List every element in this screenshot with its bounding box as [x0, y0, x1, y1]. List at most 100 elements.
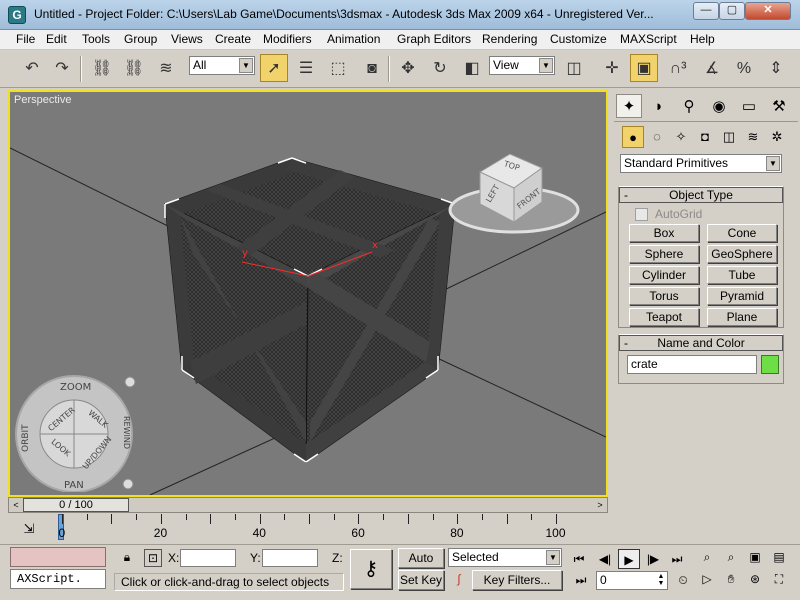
- lights-icon[interactable]: ✧: [670, 126, 692, 148]
- unlink-selection-icon[interactable]: ⛓: [120, 54, 148, 82]
- maximize-button[interactable]: ▢: [719, 2, 745, 20]
- menu-tools[interactable]: Tools: [82, 32, 110, 46]
- close-button[interactable]: ✕: [745, 2, 791, 20]
- select-and-scale-icon[interactable]: ◧: [458, 54, 486, 82]
- steering-wheel[interactable]: ZOOM ORBIT CENTER WALK REWIND LOOK UP/DO…: [14, 372, 140, 492]
- set-key-icon[interactable]: ⚷: [350, 549, 392, 589]
- current-frame-input[interactable]: 0 ▲ ▼: [596, 571, 668, 590]
- set-key-button[interactable]: Set Key: [398, 570, 444, 590]
- curve-editor-icon[interactable]: ⇲: [18, 518, 40, 540]
- utilities-tab-icon[interactable]: ⚒: [766, 94, 792, 118]
- select-and-manipulate-icon[interactable]: ✛: [598, 54, 626, 82]
- pyramid-button[interactable]: Pyramid: [707, 287, 777, 305]
- pan-view-icon[interactable]: ✋︎: [722, 571, 740, 589]
- zoom-extents-all-icon[interactable]: ▤: [770, 549, 788, 567]
- play-animation-icon[interactable]: ▶: [618, 549, 640, 569]
- space-warps-icon[interactable]: ≋: [742, 126, 764, 148]
- object-name-input[interactable]: crate: [627, 355, 757, 374]
- time-slider-track[interactable]: < 0 / 100 >: [8, 497, 608, 513]
- select-and-rotate-icon[interactable]: ↻: [426, 54, 454, 82]
- 3dsmax-app-icon[interactable]: G: [8, 6, 26, 24]
- zoom-icon[interactable]: ⌕: [698, 549, 716, 567]
- key-mode-toggle-icon[interactable]: ⏭: [572, 572, 590, 590]
- plane-button[interactable]: Plane: [707, 308, 777, 326]
- selection-filter-dropdown[interactable]: All ▼: [189, 56, 255, 75]
- menu-views[interactable]: Views: [171, 32, 203, 46]
- time-slider[interactable]: < 0 / 100 >: [8, 497, 608, 513]
- track-bar[interactable]: ⇲ 0 20 40 60 80 100: [0, 514, 612, 544]
- percent-snap-icon[interactable]: %: [730, 54, 758, 82]
- menu-modifiers[interactable]: Modifiers: [263, 32, 312, 46]
- teapot-button[interactable]: Teapot: [629, 308, 699, 326]
- key-filters-button[interactable]: Key Filters...: [472, 570, 562, 590]
- default-tangent-icon[interactable]: ∫: [450, 571, 468, 589]
- select-and-move-icon[interactable]: ✥: [394, 54, 422, 82]
- maxscript-listener-output[interactable]: [10, 547, 106, 567]
- x-coordinate-input[interactable]: [180, 549, 236, 567]
- menu-maxscript[interactable]: MAXScript: [620, 32, 677, 46]
- rectangular-selection-icon[interactable]: ⬚: [324, 54, 352, 82]
- sphere-button[interactable]: Sphere: [629, 245, 699, 263]
- autogrid-checkbox[interactable]: AutoGrid: [635, 207, 702, 221]
- go-to-end-icon[interactable]: ⏭: [666, 549, 688, 569]
- next-frame-icon[interactable]: |▶: [642, 549, 664, 569]
- menu-customize[interactable]: Customize: [550, 32, 607, 46]
- select-by-name-icon[interactable]: ☰: [292, 54, 320, 82]
- window-crossing-icon[interactable]: ◙: [358, 54, 386, 82]
- cylinder-button[interactable]: Cylinder: [629, 266, 699, 284]
- redo-icon[interactable]: ↷: [48, 54, 76, 82]
- next-frame-arrow-icon[interactable]: >: [593, 498, 607, 512]
- navwheel-zoom[interactable]: ZOOM: [60, 382, 91, 393]
- y-coordinate-input[interactable]: [262, 549, 318, 567]
- modify-tab-icon[interactable]: ◗: [646, 94, 672, 118]
- viewcube[interactable]: TOP LEFT FRONT: [448, 153, 580, 234]
- navwheel-orbit[interactable]: ORBIT: [21, 424, 31, 452]
- zoom-all-icon[interactable]: ⌕: [722, 549, 740, 567]
- menu-animation[interactable]: Animation: [327, 32, 380, 46]
- navwheel-pan[interactable]: PAN: [64, 480, 84, 491]
- maximize-viewport-icon[interactable]: ⛶: [770, 571, 788, 589]
- track-bar-ruler[interactable]: 0 20 40 60 80 100: [54, 514, 610, 542]
- snaps-toggle-icon[interactable]: ∩³: [664, 54, 692, 82]
- hierarchy-tab-icon[interactable]: ⚲: [676, 94, 702, 118]
- prev-frame-arrow-icon[interactable]: <: [9, 498, 23, 512]
- name-and-color-header[interactable]: - Name and Color: [619, 335, 783, 351]
- torus-button[interactable]: Torus: [629, 287, 699, 305]
- menu-create[interactable]: Create: [215, 32, 251, 46]
- zoom-extents-icon[interactable]: ▣: [746, 549, 764, 567]
- menu-rendering[interactable]: Rendering: [482, 32, 537, 46]
- navwheel-rewind[interactable]: REWIND: [122, 416, 131, 449]
- create-tab-icon[interactable]: ✦: [616, 94, 642, 118]
- keyboard-shortcut-override-icon[interactable]: ▣: [630, 54, 658, 82]
- cameras-icon[interactable]: ◘: [694, 126, 716, 148]
- object-type-header[interactable]: - Object Type: [619, 187, 783, 203]
- select-and-link-icon[interactable]: ⛓: [88, 54, 116, 82]
- systems-icon[interactable]: ✲: [766, 126, 788, 148]
- minimize-button[interactable]: —: [693, 2, 719, 20]
- angle-snap-icon[interactable]: ∡: [698, 54, 726, 82]
- motion-tab-icon[interactable]: ◉: [706, 94, 732, 118]
- undo-icon[interactable]: ↶: [18, 54, 46, 82]
- geometry-icon[interactable]: ●: [622, 126, 644, 148]
- previous-frame-icon[interactable]: ◀|: [594, 549, 616, 569]
- spinner-icon[interactable]: ▲ ▼: [656, 573, 666, 588]
- primitive-category-dropdown[interactable]: Standard Primitives ▼: [620, 154, 782, 173]
- cone-button[interactable]: Cone: [707, 224, 777, 242]
- menu-edit[interactable]: Edit: [46, 32, 67, 46]
- time-slider-thumb[interactable]: 0 / 100: [23, 498, 129, 512]
- perspective-viewport[interactable]: Perspective y x TOP LEFT FRONT ZOOM ORBI…: [8, 90, 608, 497]
- menu-help[interactable]: Help: [690, 32, 715, 46]
- key-mode-dropdown[interactable]: Selected ▼: [448, 548, 562, 567]
- absolute-transform-icon[interactable]: ⊡: [144, 549, 162, 567]
- select-object-icon[interactable]: ➚: [260, 54, 288, 82]
- reference-coordinate-dropdown[interactable]: View ▼: [489, 56, 555, 75]
- time-configuration-icon[interactable]: ⏲: [674, 572, 692, 590]
- auto-key-button[interactable]: Auto Key: [398, 548, 444, 583]
- pivot-center-icon[interactable]: ◫: [560, 54, 588, 82]
- geosphere-button[interactable]: GeoSphere: [707, 245, 777, 263]
- menu-group[interactable]: Group: [124, 32, 157, 46]
- box-button[interactable]: Box: [629, 224, 699, 242]
- go-to-start-icon[interactable]: ⏮: [568, 549, 590, 569]
- lock-selection-icon[interactable]: 🔒︎: [118, 549, 136, 567]
- helpers-icon[interactable]: ◫: [718, 126, 740, 148]
